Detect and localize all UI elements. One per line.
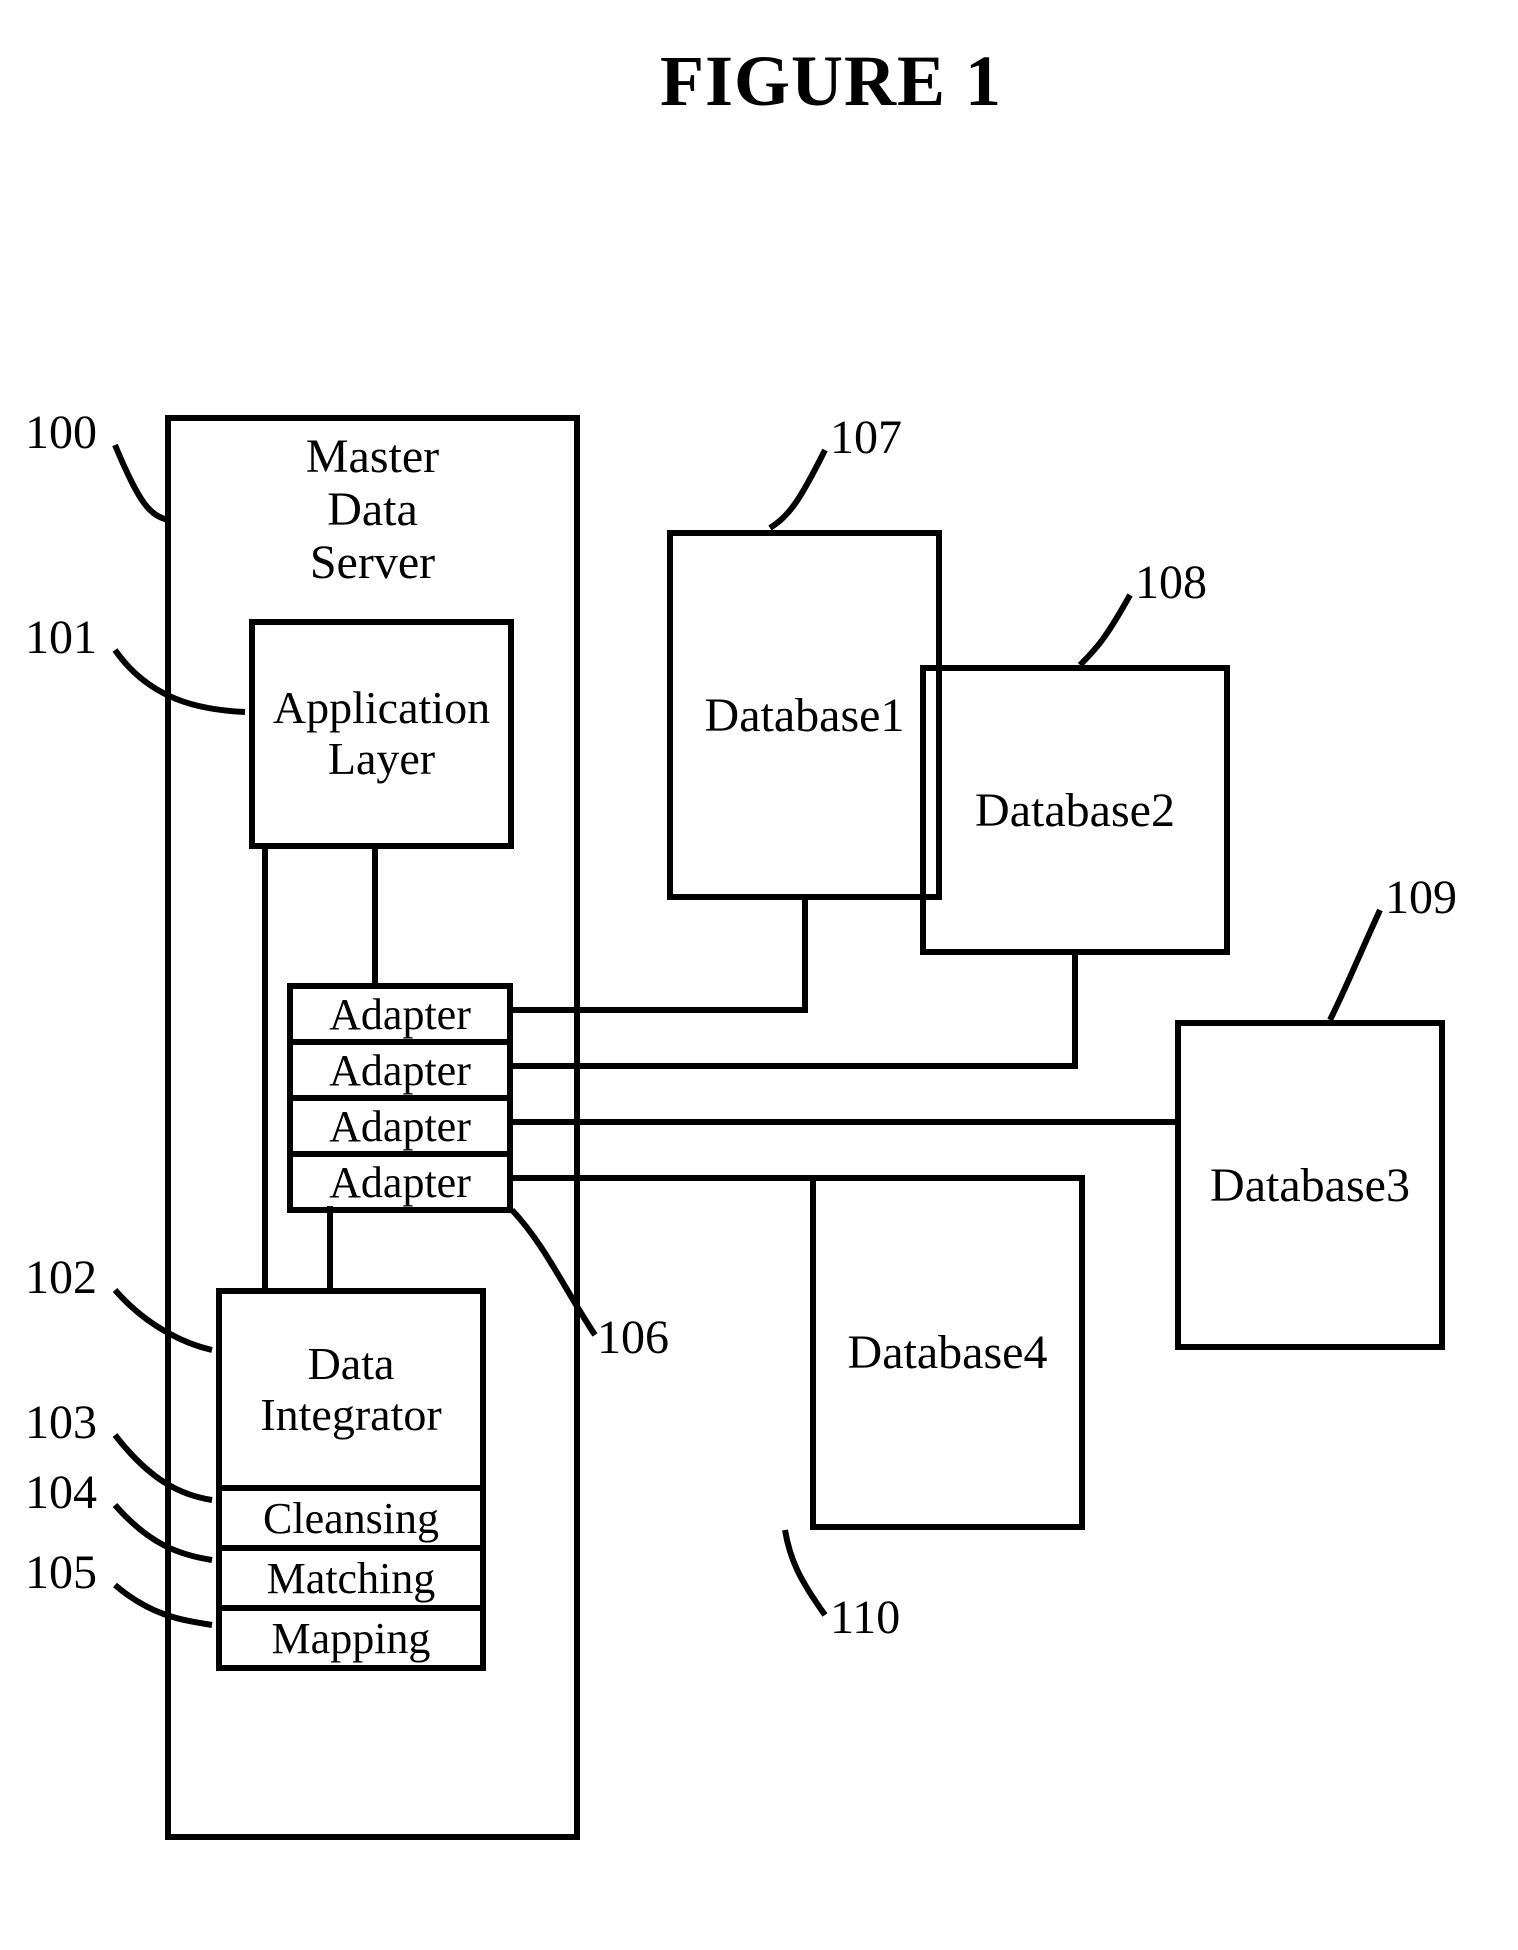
database-2-label: Database2 xyxy=(975,783,1175,838)
callout-108 xyxy=(1080,595,1130,665)
database-3-label: Database3 xyxy=(1210,1158,1410,1213)
callout-107 xyxy=(770,450,825,528)
ref-105-label: 105 xyxy=(25,1545,97,1600)
adapter-stack: Adapter Adapter Adapter Adapter xyxy=(287,983,513,1213)
ref-103-label: 103 xyxy=(25,1395,97,1450)
data-integrator-matching: Matching xyxy=(222,1545,480,1605)
ref-106-label: 106 xyxy=(597,1310,669,1365)
data-integrator-box: Data Integrator Cleansing Matching Mappi… xyxy=(216,1288,486,1671)
data-integrator-mapping: Mapping xyxy=(222,1605,480,1665)
ref-108-label: 108 xyxy=(1135,555,1207,610)
figure-page: FIGURE 1 Master Data Server Application … xyxy=(0,0,1518,1950)
ref-109-label: 109 xyxy=(1385,870,1457,925)
adapter-1: Adapter xyxy=(293,989,507,1045)
database-3-box: Database3 xyxy=(1175,1020,1445,1350)
data-integrator-title: Data Integrator xyxy=(222,1294,480,1485)
database-4-box: Database4 xyxy=(810,1175,1085,1530)
adapter-4: Adapter xyxy=(293,1157,507,1213)
mds-title-line3: Server xyxy=(310,536,435,589)
conn-adapter2-db2 xyxy=(510,955,1075,1066)
application-layer-box: Application Layer xyxy=(249,619,514,849)
ref-107-label: 107 xyxy=(830,410,902,465)
database-1-label: Database1 xyxy=(705,688,905,743)
database-1-box: Database1 xyxy=(667,530,942,900)
callout-100 xyxy=(115,445,168,520)
database-2-box: Database2 xyxy=(920,665,1230,955)
adapter-2: Adapter xyxy=(293,1045,507,1101)
mds-title-line2: Data xyxy=(327,483,418,536)
ref-104-label: 104 xyxy=(25,1465,97,1520)
database-4-label: Database4 xyxy=(848,1325,1048,1380)
application-layer-label: Application Layer xyxy=(273,683,490,784)
master-data-server-title: Master Data Server xyxy=(171,431,574,589)
ref-102-label: 102 xyxy=(25,1250,97,1305)
figure-title: FIGURE 1 xyxy=(660,40,1002,123)
ref-100-label: 100 xyxy=(25,405,97,460)
mds-title-line1: Master xyxy=(306,430,439,483)
callout-110 xyxy=(785,1530,825,1615)
callout-109 xyxy=(1330,910,1380,1020)
data-integrator-cleansing: Cleansing xyxy=(222,1485,480,1545)
adapter-3: Adapter xyxy=(293,1101,507,1157)
master-data-server-box: Master Data Server Application Layer Ada… xyxy=(165,415,580,1840)
ref-101-label: 101 xyxy=(25,610,97,665)
ref-110-label: 110 xyxy=(830,1590,900,1645)
